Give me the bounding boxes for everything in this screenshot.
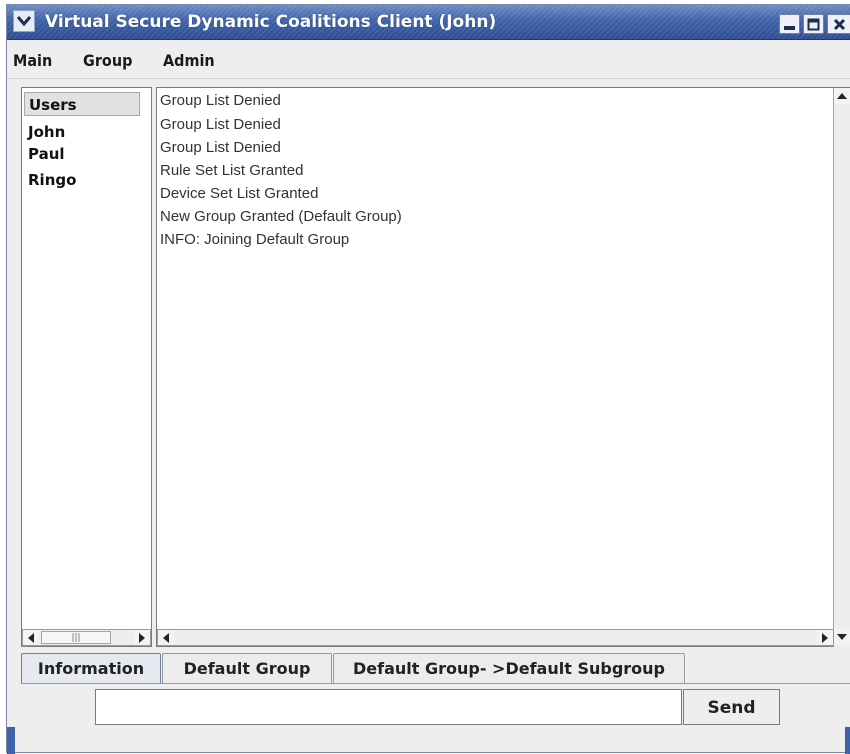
messages-horizontal-scrollbar[interactable] — [157, 629, 834, 646]
menu-main[interactable]: Main — [13, 40, 52, 78]
window-menu-button[interactable] — [13, 10, 35, 32]
users-horizontal-scrollbar[interactable] — [22, 629, 151, 646]
user-item-ringo[interactable]: Ringo — [28, 170, 76, 190]
arrow-left-icon — [163, 632, 169, 643]
tab-bar: Information Default Group Default Group-… — [21, 653, 850, 685]
tab-default-subgroup[interactable]: Default Group- >Default Subgroup — [333, 653, 685, 683]
message-line: Group List Denied — [160, 116, 281, 133]
arrow-down-icon — [837, 634, 847, 640]
messages-vertical-scrollbar[interactable] — [833, 88, 850, 647]
close-icon — [833, 18, 845, 30]
minimize-button[interactable] — [779, 14, 800, 34]
close-button[interactable] — [827, 14, 850, 34]
message-line: Rule Set List Granted — [160, 162, 304, 179]
scroll-up-button[interactable] — [834, 88, 850, 104]
message-input[interactable] — [95, 689, 682, 725]
message-line: Device Set List Granted — [160, 185, 319, 202]
maximize-icon — [807, 18, 820, 30]
users-header[interactable]: Users — [24, 92, 140, 116]
scroll-left-button[interactable] — [23, 630, 39, 645]
tab-divider — [21, 683, 850, 684]
arrow-right-icon — [822, 632, 828, 643]
minimize-icon — [784, 25, 795, 30]
scroll-right-button[interactable] — [817, 630, 833, 645]
message-line: New Group Granted (Default Group) — [160, 208, 402, 225]
arrow-left-icon — [28, 632, 34, 643]
maximize-button[interactable] — [803, 14, 824, 34]
users-list: Users John Paul Ringo — [21, 87, 152, 647]
window-title: Virtual Secure Dynamic Coalitions Client… — [45, 12, 497, 32]
menu-group[interactable]: Group — [83, 40, 132, 78]
scroll-down-button[interactable] — [834, 629, 850, 645]
tab-default-group[interactable]: Default Group — [162, 653, 332, 683]
arrow-right-icon — [139, 632, 145, 643]
title-bar[interactable]: Virtual Secure Dynamic Coalitions Client… — [7, 5, 850, 40]
menu-admin[interactable]: Admin — [163, 40, 215, 78]
window-edge — [7, 727, 15, 754]
scroll-left-button[interactable] — [158, 630, 174, 645]
users-scroll-thumb[interactable] — [41, 631, 111, 644]
user-item-paul[interactable]: Paul — [28, 144, 65, 164]
message-line: INFO: Joining Default Group — [160, 231, 350, 248]
message-line: Group List Denied — [160, 92, 281, 109]
user-item-john[interactable]: John — [28, 122, 65, 142]
chevron-down-icon — [17, 16, 31, 27]
menu-bar: Main Group Admin — [7, 40, 850, 79]
arrow-up-icon — [837, 93, 847, 99]
message-line: Group List Denied — [160, 139, 281, 156]
grip-icon — [72, 633, 80, 642]
client-window: Virtual Secure Dynamic Coalitions Client… — [6, 4, 850, 754]
messages-panel: Group List Denied Group List Denied Grou… — [156, 87, 850, 647]
scroll-right-button[interactable] — [134, 630, 150, 645]
window-edge — [845, 727, 850, 754]
tab-information[interactable]: Information — [21, 653, 161, 683]
send-button[interactable]: Send — [683, 689, 780, 725]
